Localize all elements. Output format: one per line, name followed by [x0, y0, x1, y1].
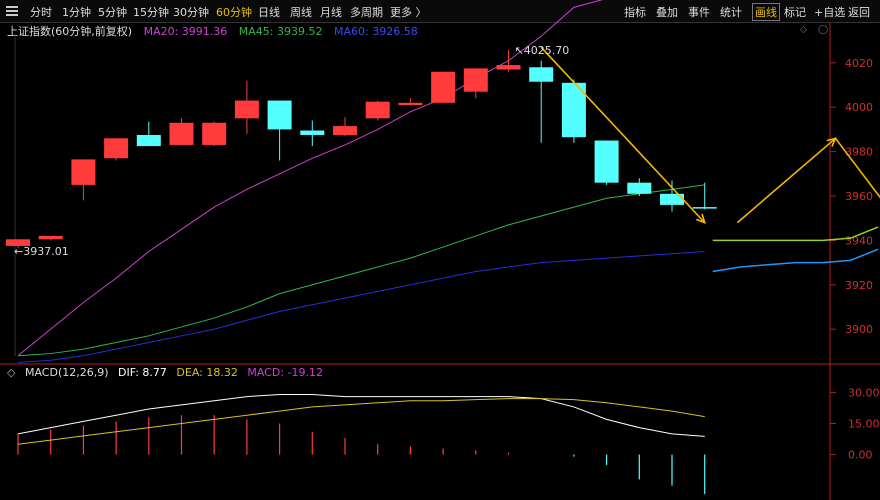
candle-body [169, 122, 194, 145]
candle-body [333, 126, 357, 135]
candle-body [234, 100, 259, 119]
macd-tick-label: 0.00 [848, 449, 873, 462]
macd-series-dif [17, 394, 705, 437]
trend-arrow [736, 137, 837, 224]
price-tick-label: 3960 [845, 190, 873, 203]
candle-body [529, 67, 554, 82]
high-price-label: ↖4025.70 [515, 44, 570, 57]
candle-body [594, 140, 619, 183]
price-tick-label: 3920 [845, 279, 873, 292]
price-tick-label: 3900 [845, 323, 873, 336]
candle-body [267, 100, 292, 130]
candle-body [104, 138, 129, 159]
macd-series-dea [17, 398, 705, 445]
candle-body [398, 102, 423, 106]
candle-body [463, 68, 488, 92]
price-tick-label: 4020 [845, 57, 873, 70]
candle-body [202, 122, 227, 145]
candle-body [692, 207, 717, 209]
chart-area[interactable]: 4020400039803960394039203900↖4025.70←393… [0, 0, 880, 500]
price-tick-label: 3940 [845, 234, 873, 247]
macd-tick-label: 15.00 [848, 418, 880, 431]
low-price-label: ←3937.01 [14, 245, 69, 258]
candle-body [431, 71, 456, 103]
series-ma45 [17, 184, 705, 357]
candle-body [627, 182, 652, 194]
forecast-blue [712, 248, 879, 273]
price-tick-label: 4000 [845, 101, 873, 114]
candle-body [496, 65, 521, 70]
candle-body [365, 101, 390, 119]
candle-body [71, 159, 96, 185]
macd-tick-label: 30.00 [848, 386, 880, 399]
candle-body [38, 235, 63, 240]
candle-body [300, 130, 325, 135]
candle-body [136, 134, 161, 147]
series-ma60 [17, 250, 705, 363]
